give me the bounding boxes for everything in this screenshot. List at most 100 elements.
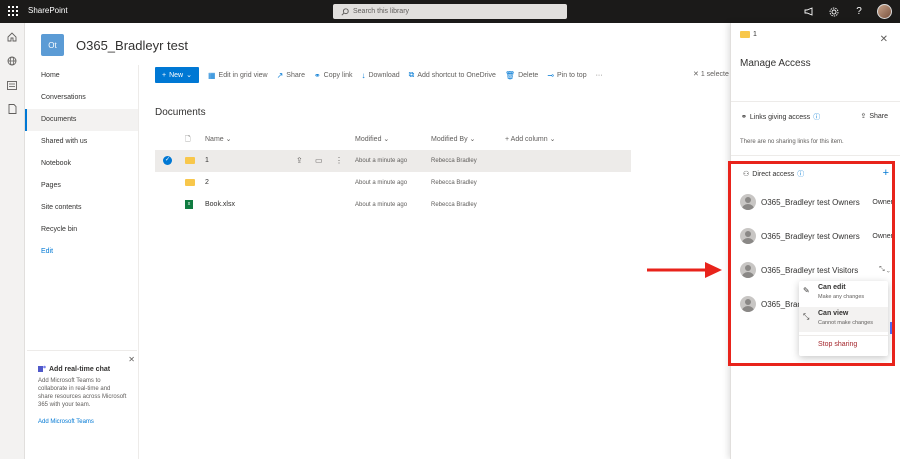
file-name[interactable]: 1 — [205, 150, 209, 172]
share-button[interactable]: ⇪ Share — [860, 112, 888, 121]
new-button-label: New — [169, 71, 184, 79]
clear-selection-icon[interactable]: ✕ — [693, 71, 699, 78]
panel-item-name: 1 — [753, 31, 757, 38]
add-shortcut-button[interactable]: ⧉ Add shortcut to OneDrive — [409, 70, 496, 80]
share-button[interactable]: ↗ Share — [277, 71, 305, 80]
nav-item-conversations[interactable]: Conversations — [25, 87, 138, 109]
comment-icon[interactable]: ▭ — [315, 150, 323, 172]
copy-link-label: Copy link — [323, 71, 353, 79]
search-placeholder: Search this library — [353, 8, 410, 15]
more-actions-button[interactable]: ··· — [596, 72, 603, 79]
app-rail — [0, 23, 25, 459]
megaphone-icon[interactable] — [802, 5, 816, 19]
pin-icon: ⊸ — [547, 70, 555, 80]
globe-icon[interactable] — [6, 55, 18, 67]
document-icon[interactable] — [6, 103, 18, 115]
help-icon[interactable]: ? — [852, 5, 866, 19]
links-section-header: ⚭ Links giving access ⓘ — [741, 112, 821, 122]
nav-item-documents[interactable]: Documents — [25, 109, 138, 131]
plus-icon: + — [162, 71, 167, 79]
share-icon: ⇪ — [860, 113, 867, 120]
red-arrow-icon — [647, 262, 722, 278]
nav-item-shared-with-us[interactable]: Shared with us — [25, 131, 138, 153]
close-icon[interactable]: ✕ — [880, 34, 888, 45]
add-shortcut-label: Add shortcut to OneDrive — [417, 71, 496, 79]
share-icon: ↗ — [276, 70, 284, 80]
nav-item-notebook[interactable]: Notebook — [25, 153, 138, 175]
nav-item-site-contents[interactable]: Site contents — [25, 197, 138, 219]
folder-icon — [740, 31, 750, 38]
add-column-button[interactable]: + Add column ⌄ — [505, 133, 555, 147]
file-type-icon[interactable]: 🗋 — [185, 133, 191, 147]
column-header-modified[interactable]: Modified ⌄ — [355, 133, 389, 147]
table-row[interactable]: 2 About a minute ago Rebecca Bradley — [155, 172, 631, 194]
column-header-name[interactable]: Name ⌄ — [205, 133, 232, 147]
close-icon[interactable]: ✕ — [128, 355, 135, 364]
nav-item-recycle-bin[interactable]: Recycle bin — [25, 219, 138, 241]
chevron-down-icon: ⌄ — [186, 72, 192, 79]
excel-icon: x — [185, 194, 193, 216]
list-header: 🗋 Name ⌄ Modified ⌄ Modified By ⌄ + Add … — [155, 133, 631, 147]
teams-chat-card: ✕ Add real-time chat Add Microsoft Teams… — [27, 350, 137, 436]
search-icon — [341, 7, 349, 16]
pin-button[interactable]: ⊸ Pin to top — [547, 71, 586, 80]
modified-by-cell: Rebecca Bradley — [431, 202, 477, 208]
trash-icon: 🗑 — [504, 70, 516, 80]
nav-item-home[interactable]: Home — [25, 65, 138, 87]
add-teams-link[interactable]: Add Microsoft Teams — [38, 419, 127, 425]
site-title[interactable]: O365_Bradleyr test — [76, 38, 188, 53]
link-icon: ⚭ — [741, 114, 747, 121]
download-label: Download — [368, 71, 400, 79]
grid-icon: ▦ — [207, 70, 216, 80]
folder-icon — [185, 172, 195, 194]
shortcut-icon: ⧉ — [408, 70, 415, 79]
file-name[interactable]: Book.xlsx — [205, 194, 235, 216]
folder-icon — [185, 150, 195, 172]
nav-edit-link[interactable]: Edit — [25, 241, 138, 263]
library-title: Documents — [155, 107, 206, 118]
new-button[interactable]: + New ⌄ — [155, 67, 199, 83]
grid-view-button[interactable]: ▦ Edit in grid view — [208, 71, 268, 80]
highlight-box — [728, 161, 895, 366]
row-checkbox[interactable]: ✓ — [163, 150, 172, 172]
home-icon[interactable] — [6, 31, 18, 43]
download-button[interactable]: ↓ Download — [361, 71, 399, 80]
share-icon[interactable]: ⇪ — [296, 150, 303, 172]
modified-by-cell: Rebecca Bradley — [431, 180, 477, 186]
chat-card-title: Add real-time chat — [49, 365, 111, 373]
search-box[interactable]: Search this library — [333, 4, 567, 19]
column-header-modified-by[interactable]: Modified By ⌄ — [431, 133, 475, 147]
chat-card-description: Add Microsoft Teams to collaborate in re… — [38, 378, 127, 408]
grid-view-label: Edit in grid view — [218, 71, 268, 79]
delete-button[interactable]: 🗑 Delete — [505, 71, 538, 80]
delete-label: Delete — [518, 71, 539, 79]
suite-header: SharePoint Search this library ? — [0, 0, 900, 23]
pin-label: Pin to top — [557, 71, 587, 79]
share-label: Share — [286, 71, 305, 79]
no-links-message: There are no sharing links for this item… — [740, 139, 844, 145]
app-launcher-icon[interactable] — [8, 6, 18, 16]
copy-link-button[interactable]: ⚭ Copy link — [314, 71, 353, 80]
nav-item-pages[interactable]: Pages — [25, 175, 138, 197]
panel-title: Manage Access — [740, 58, 811, 69]
table-row[interactable]: x Book.xlsx About a minute ago Rebecca B… — [155, 194, 631, 216]
site-logo[interactable]: Ot — [41, 34, 64, 56]
command-bar: + New ⌄ ▦ Edit in grid view ↗ Share ⚭ Copy … — [155, 67, 612, 83]
modified-cell: About a minute ago — [355, 180, 408, 186]
modified-cell: About a minute ago — [355, 158, 408, 164]
modified-cell: About a minute ago — [355, 202, 408, 208]
avatar[interactable] — [877, 4, 892, 19]
panel-breadcrumb: 1 — [740, 31, 757, 38]
download-icon: ↓ — [361, 70, 366, 80]
file-name[interactable]: 2 — [205, 172, 209, 194]
modified-by-cell: Rebecca Bradley — [431, 158, 477, 164]
table-row[interactable]: ✓ 1 ⇪ ▭ ⋮ About a minute ago Rebecca Bra… — [155, 150, 631, 172]
gear-icon[interactable] — [827, 5, 841, 19]
info-icon[interactable]: ⓘ — [813, 112, 820, 122]
app-brand[interactable]: SharePoint — [28, 6, 68, 15]
more-icon[interactable]: ⋮ — [335, 150, 343, 172]
selection-count[interactable]: ✕ 1 selecte — [693, 70, 729, 78]
divider — [731, 101, 900, 102]
news-icon[interactable] — [6, 79, 18, 91]
divider — [731, 155, 900, 156]
